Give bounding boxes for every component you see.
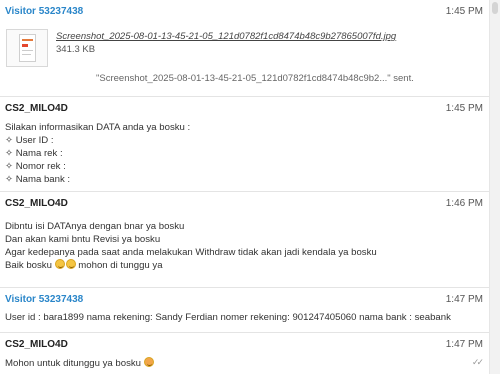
smiley-emoji-icon [65, 259, 76, 269]
smiley-emoji-icon [54, 259, 65, 269]
message-line: Agar kedepanya pada saat anda melakukan … [5, 247, 377, 258]
message-body: Mohon untuk ditunggu ya bosku [5, 357, 154, 370]
message-time: 1:47 PM [445, 339, 483, 350]
sent-notice: "Screenshot_2025-08-01-13-45-21-05_121d0… [96, 73, 414, 84]
document-icon [19, 34, 36, 62]
message-author: Visitor 53237438 [5, 6, 84, 17]
message-line: ✧ Nama rek : [5, 148, 63, 159]
file-thumbnail[interactable] [6, 29, 48, 67]
message-time: 1:45 PM [445, 103, 483, 114]
message-agent: CS2_MILO4D 1:45 PM Silakan informasikan … [0, 96, 489, 191]
message-time: 1:45 PM [445, 6, 483, 17]
file-name-link[interactable]: Screenshot_2025-08-01-13-45-21-05_121d07… [56, 31, 396, 42]
file-size: 341.3 KB [56, 44, 96, 55]
message-line: ✧ User ID : [5, 135, 54, 146]
message-body: Silakan informasikan DATA anda ya bosku … [5, 121, 190, 186]
double-check-icon: ✓✓ [471, 357, 484, 367]
message-text: Baik bosku [5, 260, 52, 271]
message-line: User id : bara1899 nama rekening: Sandy … [5, 312, 451, 323]
message-agent: CS2_MILO4D 1:46 PM Dibntu isi DATAnya de… [0, 191, 489, 287]
message-body: Dibntu isi DATAnya dengan bnar ya bosku … [5, 220, 377, 272]
chat-transcript: Visitor 53237438 1:45 PM Screenshot_2025… [0, 0, 489, 374]
message-line: Dibntu isi DATAnya dengan bnar ya bosku [5, 221, 185, 232]
message-line: Dan akan kami bntu Revisi ya bosku [5, 234, 161, 245]
message-line: ✧ Nama bank : [5, 174, 71, 185]
scrollbar-thumb[interactable] [492, 2, 498, 14]
smiley-emoji-icon [143, 357, 154, 367]
message-time: 1:47 PM [445, 294, 483, 305]
message-visitor: Visitor 53237438 1:47 PM User id : bara1… [0, 287, 489, 332]
message-author: CS2_MILO4D [5, 339, 68, 350]
message-author: CS2_MILO4D [5, 198, 68, 209]
message-author: Visitor 53237438 [5, 294, 84, 305]
message-text: Mohon untuk ditunggu ya bosku [5, 358, 142, 369]
message-line-last: Baik bosku mohon di tunggu ya [5, 259, 377, 272]
message-author: CS2_MILO4D [5, 103, 68, 114]
message-agent: CS2_MILO4D 1:47 PM Mohon untuk ditunggu … [0, 332, 489, 374]
message-body: User id : bara1899 nama rekening: Sandy … [5, 311, 451, 324]
message-visitor-file: Visitor 53237438 1:45 PM Screenshot_2025… [0, 0, 489, 96]
message-time: 1:46 PM [445, 198, 483, 209]
message-line: Silakan informasikan DATA anda ya bosku … [5, 122, 191, 133]
message-line: ✧ Nomor rek : [5, 161, 66, 172]
message-text: mohon di tunggu ya [78, 260, 163, 271]
scrollbar[interactable] [489, 0, 500, 374]
